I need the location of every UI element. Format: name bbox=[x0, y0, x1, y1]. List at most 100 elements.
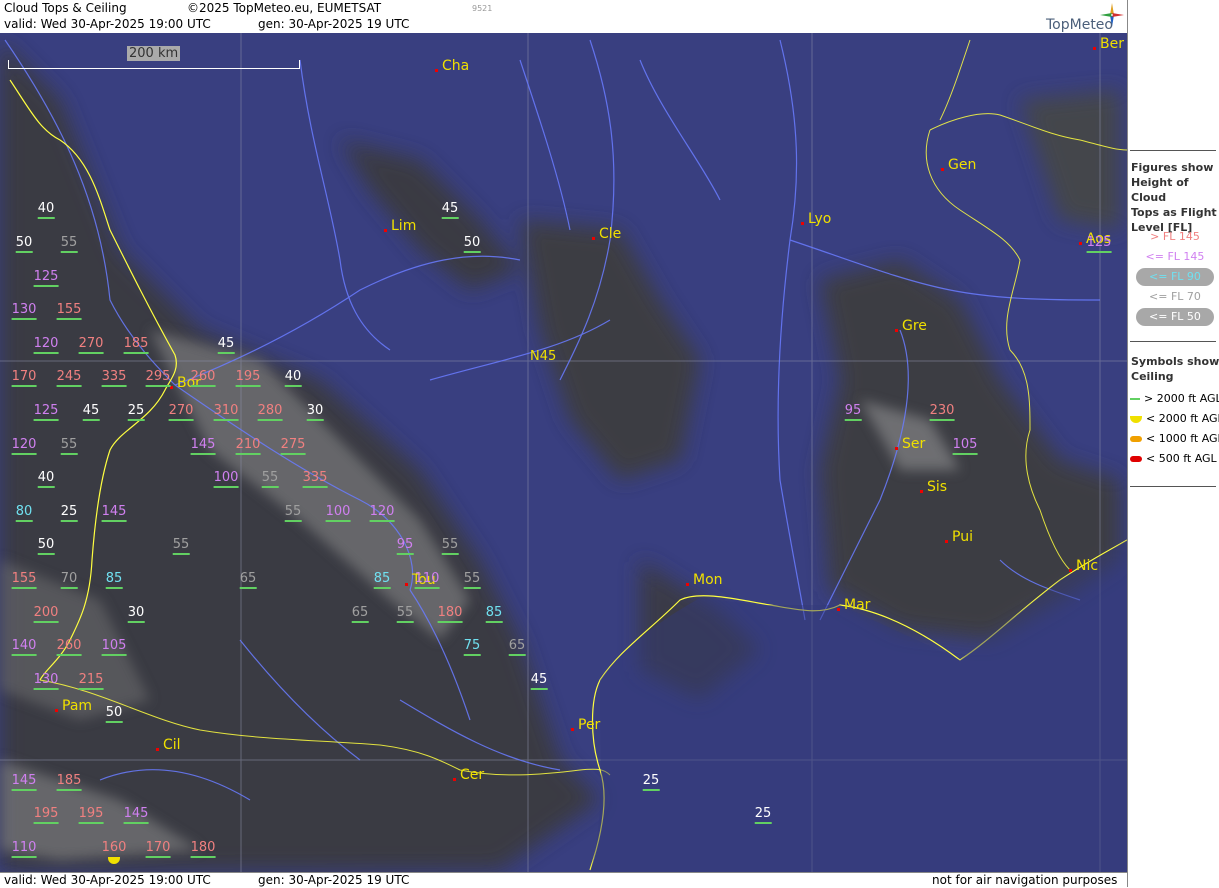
scale-bar: 200 km bbox=[8, 46, 300, 69]
cloud-top-value: 85 bbox=[373, 571, 391, 589]
cloud-top-value: 80 bbox=[15, 504, 33, 522]
city-label[interactable]: Mar bbox=[844, 597, 870, 613]
city-label[interactable]: Pam bbox=[62, 698, 92, 714]
city-label[interactable]: Lim bbox=[391, 218, 416, 234]
cloud-top-value: 55 bbox=[441, 537, 459, 555]
copyright: ©2025 TopMeteo.eu, EUMETSAT bbox=[187, 1, 382, 15]
figures-title-line: Height of Cloud bbox=[1131, 176, 1189, 204]
city-label[interactable]: Lyo bbox=[808, 211, 831, 227]
cloud-top-value: 45 bbox=[217, 336, 235, 354]
cloud-top-value: 270 bbox=[78, 336, 104, 354]
legend-fl-90: <= FL 90 bbox=[1136, 268, 1214, 286]
valid-time: valid: Wed 30-Apr-2025 19:00 UTC bbox=[4, 17, 211, 31]
city-label[interactable]: Gen bbox=[948, 157, 976, 173]
city-label[interactable]: Sis bbox=[927, 479, 947, 495]
orange-bar-icon bbox=[1130, 436, 1142, 442]
cloud-top-value: 120 bbox=[369, 504, 395, 522]
cloud-top-value: 75 bbox=[463, 638, 481, 656]
city-label[interactable]: Ber bbox=[1100, 36, 1124, 52]
city-marker bbox=[895, 329, 898, 332]
legend-fl-50: <= FL 50 bbox=[1136, 308, 1214, 326]
cloud-top-value: 180 bbox=[437, 605, 463, 623]
city-marker bbox=[55, 709, 58, 712]
city-marker bbox=[1069, 569, 1072, 572]
footer-generated-time: gen: 30-Apr-2025 19 UTC bbox=[258, 873, 410, 887]
cloud-top-value: 200 bbox=[33, 605, 59, 623]
cloud-top-value: 245 bbox=[56, 369, 82, 387]
city-marker bbox=[435, 69, 438, 72]
cloud-top-value: 185 bbox=[123, 336, 149, 354]
cloud-top-value: 185 bbox=[56, 773, 82, 791]
cloud-top-value: 180 bbox=[190, 840, 216, 858]
cloud-top-value: 55 bbox=[60, 437, 78, 455]
cloud-top-value: 260 bbox=[190, 369, 216, 387]
legend-ceiling-below-2000: < 2000 ft AGL bbox=[1130, 410, 1219, 428]
cloud-top-value: 275 bbox=[280, 437, 306, 455]
city-label[interactable]: Cha bbox=[442, 58, 469, 74]
city-label[interactable]: Mon bbox=[693, 572, 723, 588]
city-marker bbox=[592, 237, 595, 240]
cloud-top-value: 120 bbox=[11, 437, 37, 455]
cloud-top-value: 95 bbox=[396, 537, 414, 555]
city-marker bbox=[453, 778, 456, 781]
yellow-semicircle-icon bbox=[1130, 415, 1142, 423]
cloud-top-value: 310 bbox=[213, 403, 239, 421]
satellite-map[interactable]: 200 km N45 Cha Ber Gen Lim Cle Lyo Aos Gre Bor Se… bbox=[0, 33, 1127, 872]
cloud-top-value: 40 bbox=[37, 470, 55, 488]
cloud-top-value: 50 bbox=[15, 235, 33, 253]
cloud-top-value: 280 bbox=[257, 403, 283, 421]
city-marker bbox=[941, 168, 944, 171]
cloud-top-value: 30 bbox=[127, 605, 145, 623]
city-marker bbox=[895, 447, 898, 450]
cloud-top-value: 55 bbox=[60, 235, 78, 253]
city-label[interactable]: Cil bbox=[163, 737, 181, 753]
legend-fl-145: <= FL 145 bbox=[1145, 250, 1205, 263]
image-code: 9521 bbox=[472, 4, 493, 13]
cloud-top-value: 40 bbox=[284, 369, 302, 387]
figures-title-line: Figures show bbox=[1131, 161, 1214, 174]
cloud-top-value: 25 bbox=[754, 806, 772, 824]
city-label[interactable]: Per bbox=[578, 717, 600, 733]
cloud-top-value: 145 bbox=[190, 437, 216, 455]
map-title: Cloud Tops & Ceiling bbox=[4, 1, 127, 15]
cloud-top-value: 25 bbox=[127, 403, 145, 421]
city-marker bbox=[920, 490, 923, 493]
city-marker bbox=[405, 583, 408, 586]
cloud-top-value: 335 bbox=[302, 470, 328, 488]
cloud-top-value: 65 bbox=[508, 638, 526, 656]
cloud-top-value: 105 bbox=[101, 638, 127, 656]
cloud-top-value: 120 bbox=[33, 336, 59, 354]
cloud-top-value: 30 bbox=[306, 403, 324, 421]
legend-divider bbox=[1130, 486, 1216, 487]
city-marker bbox=[384, 229, 387, 232]
cloud-top-value: 210 bbox=[235, 437, 261, 455]
city-label[interactable]: Gre bbox=[902, 318, 927, 334]
cloud-top-value: 125 bbox=[33, 403, 59, 421]
city-label[interactable]: Ser bbox=[902, 436, 925, 452]
cloud-top-value: 160 bbox=[101, 840, 127, 855]
city-label[interactable]: Nic bbox=[1076, 558, 1098, 574]
city-label[interactable]: Pui bbox=[952, 529, 973, 545]
city-label[interactable]: Cer bbox=[460, 767, 484, 783]
cloud-top-value: 85 bbox=[485, 605, 503, 623]
city-marker bbox=[945, 540, 948, 543]
cloud-top-value: 25 bbox=[642, 773, 660, 791]
cloud-top-value: 145 bbox=[101, 504, 127, 522]
legend-divider bbox=[1130, 341, 1216, 342]
cloud-top-value: 100 bbox=[325, 504, 351, 522]
city-marker bbox=[571, 728, 574, 731]
brand-name: TopMeteo bbox=[1046, 17, 1113, 33]
map-footer: valid: Wed 30-Apr-2025 19:00 UTC gen: 30… bbox=[0, 872, 1127, 888]
cloud-top-value: 85 bbox=[105, 571, 123, 589]
cloud-top-value: 55 bbox=[396, 605, 414, 623]
cloud-top-value: 110 bbox=[414, 571, 440, 589]
cloud-top-value: 170 bbox=[145, 840, 171, 858]
legend-fl-above-145: > FL 145 bbox=[1150, 230, 1200, 243]
scale-label: 200 km bbox=[127, 46, 181, 61]
cloud-top-value: 130 bbox=[11, 302, 37, 320]
cloud-top-value: 45 bbox=[82, 403, 100, 421]
cloud-top-value: 230 bbox=[929, 403, 955, 421]
city-marker bbox=[801, 222, 804, 225]
cloud-top-value: 50 bbox=[37, 537, 55, 555]
city-label[interactable]: Cle bbox=[599, 226, 621, 242]
